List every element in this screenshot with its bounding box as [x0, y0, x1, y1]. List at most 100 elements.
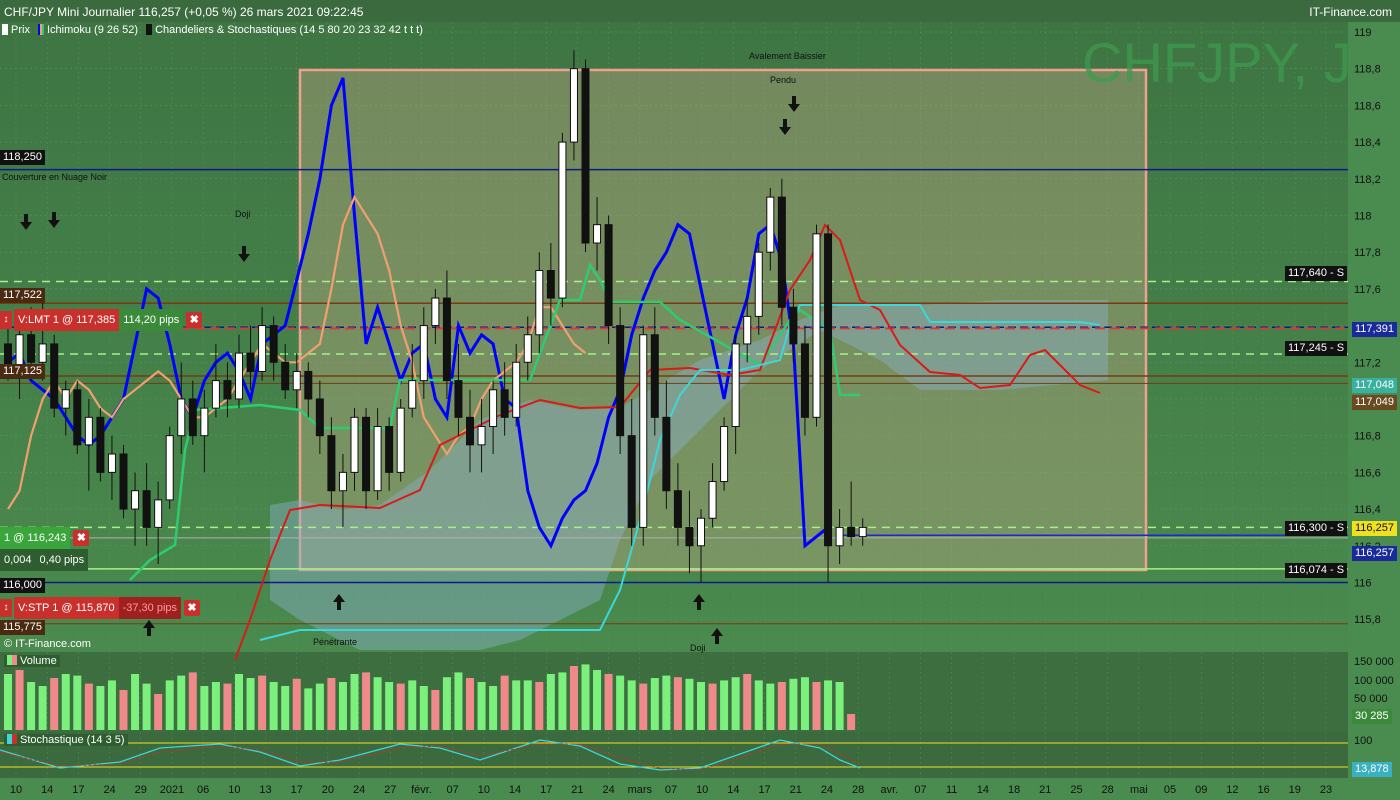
time-tick: 17: [291, 784, 303, 796]
candle-body: [673, 490, 682, 528]
volume-bar: [315, 683, 324, 730]
candle-body: [512, 361, 521, 418]
price-tick: 116: [1354, 577, 1372, 589]
stoch-panel-title[interactable]: Stochastique (14 3 5): [4, 734, 128, 746]
legend-prix-icon: [2, 24, 8, 35]
time-tick: 14: [977, 784, 989, 796]
candle-body: [304, 370, 313, 400]
price-tag-118250: 118,250: [0, 150, 45, 165]
volume-bar: [246, 678, 255, 730]
candle-body: [419, 325, 428, 382]
limit-order-grip-icon[interactable]: ↕: [0, 311, 12, 329]
time-tick: 10: [228, 784, 240, 796]
candle-body: [235, 352, 243, 400]
candle-body: [581, 68, 590, 244]
candle-body: [627, 435, 636, 528]
time-tick: avr.: [880, 784, 898, 796]
volume-bar: [4, 674, 12, 730]
time-tick: 06: [197, 784, 209, 796]
time-tick: févr.: [411, 784, 432, 796]
stop-order[interactable]: ↕ V:STP 1 @ 115,870 -37,30 pips ✖: [0, 597, 201, 619]
candle-body: [27, 334, 36, 363]
candle-body: [731, 343, 740, 427]
position-pips: 0,40 pips: [35, 549, 89, 571]
candle-body: [385, 425, 394, 473]
candle-body: [258, 325, 267, 372]
candle-body: [477, 425, 486, 446]
candle-body: [743, 315, 752, 345]
candle-body: [38, 343, 47, 363]
time-tick: 11: [946, 784, 957, 796]
candle-body: [396, 407, 405, 473]
candle-body: [824, 233, 833, 547]
site-brand[interactable]: IT-Finance.com: [1309, 5, 1392, 19]
candle-body: [338, 471, 347, 492]
price-tick: 116,8: [1354, 431, 1381, 443]
volume-bar: [546, 674, 555, 730]
volume-bar: [107, 680, 116, 730]
candle-body: [569, 68, 578, 143]
time-tick: 20: [322, 784, 334, 796]
candle-body: [800, 343, 809, 418]
candle-body: [269, 325, 278, 363]
stoch-icon: [7, 734, 17, 744]
price-tick: 116,6: [1354, 467, 1381, 479]
volume-bar: [847, 714, 856, 730]
limit-order[interactable]: ↕ V:LMT 1 @ 117,385 114,20 pips ✖: [0, 309, 203, 331]
volume-bar: [627, 680, 636, 730]
axis-tag-117391: 117,391: [1352, 322, 1397, 337]
time-tick: 21: [571, 784, 583, 796]
annotation-penetrante: Pénétrante: [313, 637, 357, 647]
volume-bar: [211, 682, 220, 730]
volume-bar: [789, 678, 798, 730]
volume-bar: [720, 680, 729, 730]
volume-bar: [142, 683, 151, 730]
time-tick: 16: [1257, 784, 1269, 796]
volume-bar: [662, 675, 671, 730]
candle-body: [154, 499, 163, 528]
volume-bar: [466, 678, 474, 730]
volume-bar: [477, 682, 486, 730]
legend-ichimoku[interactable]: Ichimoku (9 26 52): [37, 24, 138, 36]
time-tick: 23: [1320, 784, 1332, 796]
volume-bar: [558, 672, 567, 730]
volume-bar: [685, 678, 694, 730]
volume-bar: [489, 686, 498, 730]
volume-panel-title[interactable]: Volume: [4, 655, 60, 667]
volume-bar: [177, 675, 186, 730]
time-tick: 07: [665, 784, 677, 796]
candle-body: [142, 490, 151, 528]
candle-body: [442, 297, 451, 382]
volume-tick-150000: 150 000: [1354, 656, 1394, 668]
volume-bar: [292, 678, 301, 730]
volume-bar: [15, 670, 24, 730]
candle-body: [812, 233, 821, 418]
volume-bar: [500, 675, 509, 730]
candle-body: [408, 380, 417, 409]
legend-chandeliers[interactable]: Chandeliers & Stochastiques (14 5 80 20 …: [146, 24, 423, 36]
time-tick: 07: [447, 784, 459, 796]
limit-order-close-icon[interactable]: ✖: [186, 312, 203, 328]
price-tick: 117,2: [1354, 357, 1381, 369]
time-tick: 10: [10, 784, 22, 796]
price-tick: 118: [1354, 210, 1372, 222]
volume-tick-100000: 100 000: [1354, 675, 1394, 687]
candle-body: [835, 526, 844, 547]
volume-bar: [165, 680, 174, 730]
limit-order-label: V:LMT 1 @ 117,385: [14, 309, 120, 331]
candle-body: [558, 141, 567, 299]
volume-bar: [569, 666, 578, 730]
time-axis-ticks: 10 14 17 24 29 2021 06 10 13 17 20 24 27 févr. 07 10 14 1…: [10, 784, 1332, 796]
candle-body: [281, 361, 290, 391]
price-tick: 118,2: [1354, 174, 1381, 186]
volume-bar: [73, 675, 82, 730]
chart-canvas: 119 118,8 118,6 118,4 118,2 118 117,8 117,6 117,…: [0, 0, 1400, 800]
price-tick: 117,6: [1354, 284, 1381, 296]
stop-order-close-icon[interactable]: ✖: [184, 600, 201, 616]
position-order[interactable]: 1 @ 116,243 ✖: [0, 527, 90, 549]
position-close-icon[interactable]: ✖: [73, 530, 90, 546]
legend-prix[interactable]: Prix: [2, 24, 30, 36]
candle-body: [523, 334, 532, 363]
candle-body: [500, 389, 509, 418]
stop-order-grip-icon[interactable]: ↕: [0, 599, 12, 617]
